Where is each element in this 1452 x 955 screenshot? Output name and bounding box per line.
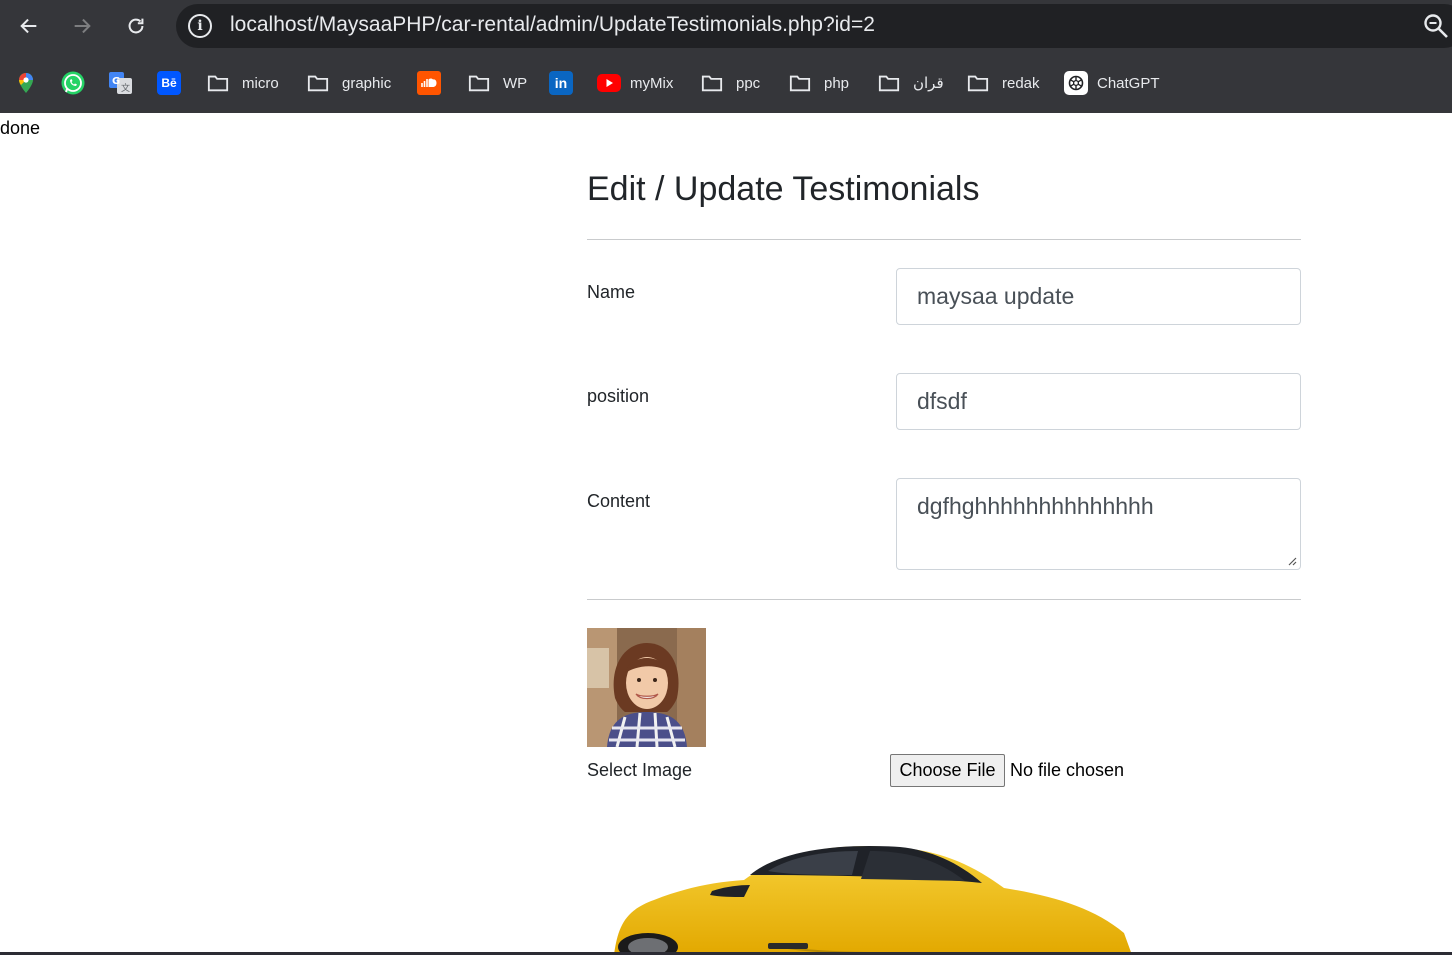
whatsapp-icon: [61, 71, 85, 95]
bookmark-label: myMix: [630, 74, 674, 92]
select-image-label: Select Image: [587, 760, 693, 780]
content-label: Content: [587, 491, 651, 511]
reload-icon: [128, 18, 144, 34]
bookmark-whatsapp[interactable]: [60, 70, 86, 96]
folder-icon: [307, 75, 329, 92]
bookmark-label: WP: [503, 74, 528, 92]
position-label: position: [587, 386, 650, 406]
behance-icon: Bē: [157, 71, 181, 95]
folder-icon: [967, 75, 989, 92]
bookmark-label: php: [824, 74, 850, 92]
zoom-icon[interactable]: [1422, 12, 1450, 40]
svg-text:文: 文: [121, 82, 130, 94]
bookmark-google-translate[interactable]: G 文: [108, 70, 134, 96]
folder-icon: [468, 75, 490, 92]
page-title: Edit / Update Testimonials: [587, 170, 980, 208]
position-input[interactable]: [896, 373, 1301, 430]
bookmark-folder-ppc[interactable]: ppc: [701, 70, 760, 96]
testimonial-avatar-image: [587, 628, 706, 747]
bookmark-google-maps[interactable]: [14, 70, 38, 96]
file-status-text: No file chosen: [1010, 760, 1125, 780]
bookmark-folder-quran[interactable]: قران: [878, 70, 944, 96]
youtube-icon: [597, 74, 621, 92]
bookmark-mymix[interactable]: myMix: [597, 70, 673, 96]
browser-toolbar: i localhost/MaysaaPHP/car-rental/admin/U…: [0, 0, 1452, 52]
reload-button[interactable]: [119, 9, 153, 43]
linkedin-icon: in: [549, 71, 573, 95]
bookmark-behance[interactable]: Bē: [157, 70, 181, 96]
car-image: [614, 845, 1132, 955]
bookmark-folder-redak[interactable]: redak: [967, 70, 1040, 96]
bookmark-folder-micro[interactable]: micro: [207, 70, 279, 96]
folder-icon: [207, 75, 229, 92]
bookmark-label: micro: [242, 74, 279, 92]
back-button[interactable]: [12, 9, 46, 43]
arrow-left-icon: [20, 18, 37, 34]
resize-handle-icon[interactable]: [1287, 556, 1297, 566]
choose-file-button[interactable]: Choose File: [890, 754, 1005, 787]
name-input[interactable]: [896, 268, 1301, 325]
bookmark-folder-graphic[interactable]: graphic: [307, 70, 391, 96]
content-value: dgfhghhhhhhhhhhhhhh: [917, 493, 1154, 519]
bookmark-soundcloud[interactable]: [417, 70, 441, 96]
bookmark-linkedin[interactable]: in: [549, 70, 573, 96]
bookmark-label: ppc: [736, 74, 761, 92]
status-message: done: [0, 118, 41, 138]
bookmark-label: redak: [1002, 74, 1040, 92]
bookmark-folder-php[interactable]: php: [789, 70, 849, 96]
bookmark-label: قران: [913, 75, 944, 92]
address-bar-url[interactable]: localhost/MaysaaPHP/car-rental/admin/Upd…: [230, 13, 875, 37]
bookmark-folder-wp[interactable]: WP: [468, 70, 527, 96]
bookmarks-bar: G 文 Bē micro graphic WP in myMix ppc php…: [0, 52, 1452, 113]
chatgpt-icon: [1064, 71, 1088, 95]
forward-button[interactable]: [65, 9, 99, 43]
bookmark-chatgpt[interactable]: ChatGPT: [1064, 70, 1160, 96]
folder-icon: [789, 75, 811, 92]
bookmark-label: ChatGPT: [1097, 74, 1160, 92]
google-translate-icon: G 文: [109, 72, 132, 94]
folder-icon: [878, 75, 900, 92]
form-divider: [587, 599, 1301, 600]
name-label: Name: [587, 282, 636, 302]
content-textarea[interactable]: dgfhghhhhhhhhhhhhhh: [896, 478, 1301, 570]
soundcloud-icon: [417, 71, 441, 95]
folder-icon: [701, 75, 723, 92]
title-divider: [587, 239, 1301, 240]
svg-text:G: G: [112, 76, 120, 87]
arrow-right-icon: [74, 18, 91, 34]
bookmark-label: graphic: [342, 74, 392, 92]
google-maps-icon: [19, 73, 33, 93]
site-info-icon[interactable]: i: [188, 14, 212, 38]
